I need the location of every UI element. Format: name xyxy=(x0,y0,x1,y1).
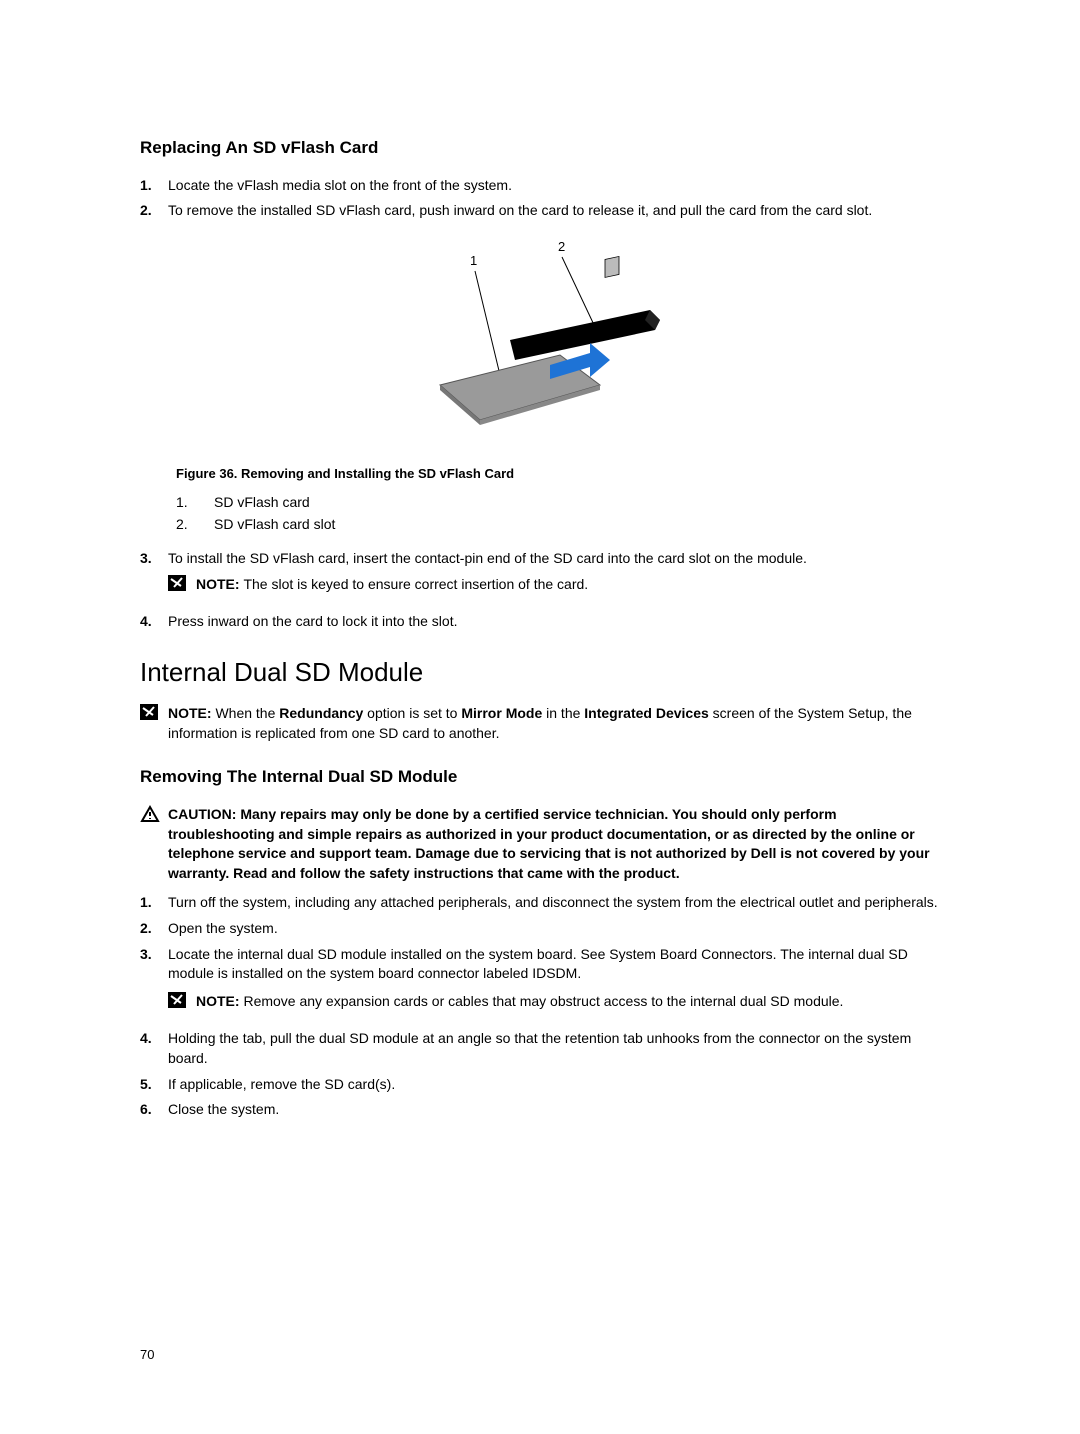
step-number: 3. xyxy=(140,945,168,1024)
step-text: To install the SD vFlash card, insert th… xyxy=(168,549,940,569)
callout-item: 1. SD vFlash card xyxy=(176,493,940,513)
note-text: NOTE: When the Redundancy option is set … xyxy=(168,704,940,743)
callout-text: SD vFlash card xyxy=(214,493,310,513)
step-text: Locate the vFlash media slot on the fron… xyxy=(168,176,940,196)
step-number: 3. xyxy=(140,549,168,606)
note-icon xyxy=(168,575,186,591)
note-icon xyxy=(168,992,186,1008)
step-text: To remove the installed SD vFlash card, … xyxy=(168,201,940,221)
caution-text: CAUTION: Many repairs may only be done b… xyxy=(168,805,940,883)
page-content: Replacing An SD vFlash Card 1. Locate th… xyxy=(0,0,1080,1434)
figure-sd-vflash: 1 2 xyxy=(140,235,940,451)
step-item: 1. Locate the vFlash media slot on the f… xyxy=(140,176,940,196)
step-text: Close the system. xyxy=(168,1100,940,1120)
note-text: NOTE: The slot is keyed to ensure correc… xyxy=(196,575,940,597)
step-text: Holding the tab, pull the dual SD module… xyxy=(168,1029,940,1068)
callout-number: 1. xyxy=(176,493,214,513)
steps-list-b: 3. To install the SD vFlash card, insert… xyxy=(140,549,940,632)
step-item: 3. To install the SD vFlash card, insert… xyxy=(140,549,940,606)
caution-icon xyxy=(140,805,160,823)
step-item: 2. Open the system. xyxy=(140,919,940,939)
figure-illustration: 1 2 xyxy=(400,235,680,445)
heading-replacing-sd-vflash: Replacing An SD vFlash Card xyxy=(140,136,940,160)
step-text: Open the system. xyxy=(168,919,940,939)
steps-list-c: 1. Turn off the system, including any at… xyxy=(140,893,940,1119)
step-number: 5. xyxy=(140,1075,168,1095)
step-number: 1. xyxy=(140,176,168,196)
step-text: If applicable, remove the SD card(s). xyxy=(168,1075,940,1095)
note-icon xyxy=(140,704,158,720)
callout-number: 2. xyxy=(176,515,214,535)
step-text: Press inward on the card to lock it into… xyxy=(168,612,940,632)
note-block: NOTE: When the Redundancy option is set … xyxy=(140,704,940,743)
step-item: 4. Press inward on the card to lock it i… xyxy=(140,612,940,632)
callout-2-label: 2 xyxy=(558,239,565,254)
caution-block: CAUTION: Many repairs may only be done b… xyxy=(140,805,940,883)
note-text: NOTE: Remove any expansion cards or cabl… xyxy=(196,992,940,1014)
step-item: 3. Locate the internal dual SD module in… xyxy=(140,945,940,1024)
figure-callouts: 1. SD vFlash card 2. SD vFlash card slot xyxy=(176,493,940,535)
callout-item: 2. SD vFlash card slot xyxy=(176,515,940,535)
page-number: 70 xyxy=(140,1346,154,1364)
step-number: 1. xyxy=(140,893,168,913)
step-number: 2. xyxy=(140,201,168,221)
step-item: 4. Holding the tab, pull the dual SD mod… xyxy=(140,1029,940,1068)
callout-text: SD vFlash card slot xyxy=(214,515,335,535)
step-number: 4. xyxy=(140,612,168,632)
steps-list-a: 1. Locate the vFlash media slot on the f… xyxy=(140,176,940,221)
step-number: 4. xyxy=(140,1029,168,1068)
step-number: 6. xyxy=(140,1100,168,1120)
heading-removing-internal-dual-sd: Removing The Internal Dual SD Module xyxy=(140,765,940,789)
step-text: Locate the internal dual SD module insta… xyxy=(168,945,940,984)
step-item: 1. Turn off the system, including any at… xyxy=(140,893,940,913)
heading-internal-dual-sd: Internal Dual SD Module xyxy=(140,654,940,690)
figure-caption: Figure 36. Removing and Installing the S… xyxy=(176,465,940,483)
step-item: 6. Close the system. xyxy=(140,1100,940,1120)
step-item: 5. If applicable, remove the SD card(s). xyxy=(140,1075,940,1095)
callout-1-label: 1 xyxy=(470,253,477,268)
step-item: 2. To remove the installed SD vFlash car… xyxy=(140,201,940,221)
step-number: 2. xyxy=(140,919,168,939)
step-text: Turn off the system, including any attac… xyxy=(168,893,940,913)
